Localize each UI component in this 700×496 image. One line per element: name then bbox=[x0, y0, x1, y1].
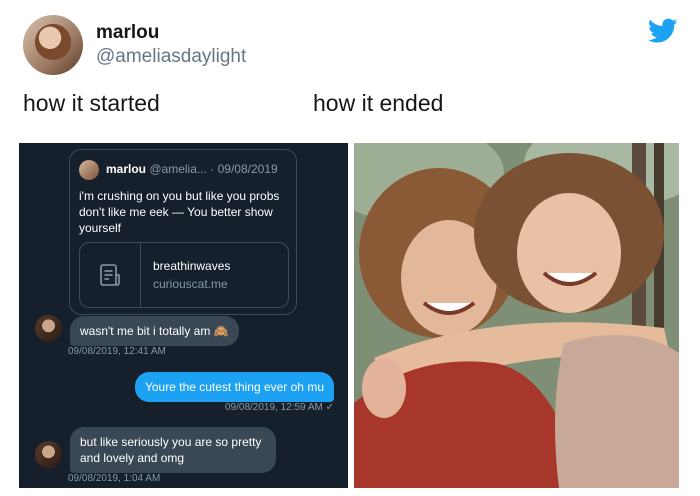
quoted-name: marlou bbox=[106, 162, 147, 176]
photo-illustration bbox=[354, 143, 679, 488]
message-timestamp: 09/08/2019, 12:41 AM bbox=[68, 346, 166, 357]
quoted-handle: @amelia... bbox=[149, 162, 207, 176]
link-card[interactable]: breathinwaves curiouscat.me bbox=[79, 242, 289, 308]
card-title: breathinwaves bbox=[153, 259, 231, 273]
display-name[interactable]: marlou bbox=[96, 22, 159, 44]
caption-how-it-started: how it started bbox=[23, 90, 160, 116]
message-timestamp: 09/08/2019, 1:04 AM bbox=[68, 473, 161, 484]
message-bubble-incoming: but like seriously you are so pretty and… bbox=[70, 427, 276, 473]
message-bubble-outgoing: Youre the cutest thing ever oh mu bbox=[134, 372, 334, 402]
profile-avatar[interactable] bbox=[23, 15, 83, 75]
document-icon bbox=[80, 243, 141, 307]
message-timestamp: 09/08/2019, 12:59 AM ✓ bbox=[224, 402, 334, 413]
photo-two-women-hugging[interactable] bbox=[354, 143, 679, 488]
twitter-bird-icon bbox=[648, 18, 678, 43]
quoted-header: marlou @amelia... · 09/08/2019 bbox=[106, 162, 278, 176]
quoted-date: 09/08/2019 bbox=[217, 162, 278, 176]
chat-screenshot[interactable]: marlou @amelia... · 09/08/2019 i'm crush… bbox=[19, 143, 348, 488]
quoted-tweet[interactable]: marlou @amelia... · 09/08/2019 i'm crush… bbox=[69, 149, 297, 315]
message-bubble-incoming: wasn't me bit i totally am 🙈 bbox=[70, 316, 239, 346]
card-url: curiouscat.me bbox=[153, 277, 228, 291]
message-avatar bbox=[35, 441, 62, 468]
quoted-text: i'm crushing on you but like you probs d… bbox=[79, 189, 280, 235]
message-avatar bbox=[35, 315, 62, 342]
user-handle[interactable]: @ameliasdaylight bbox=[96, 46, 246, 68]
caption-how-it-ended: how it ended bbox=[313, 90, 444, 116]
quoted-avatar bbox=[79, 160, 99, 180]
